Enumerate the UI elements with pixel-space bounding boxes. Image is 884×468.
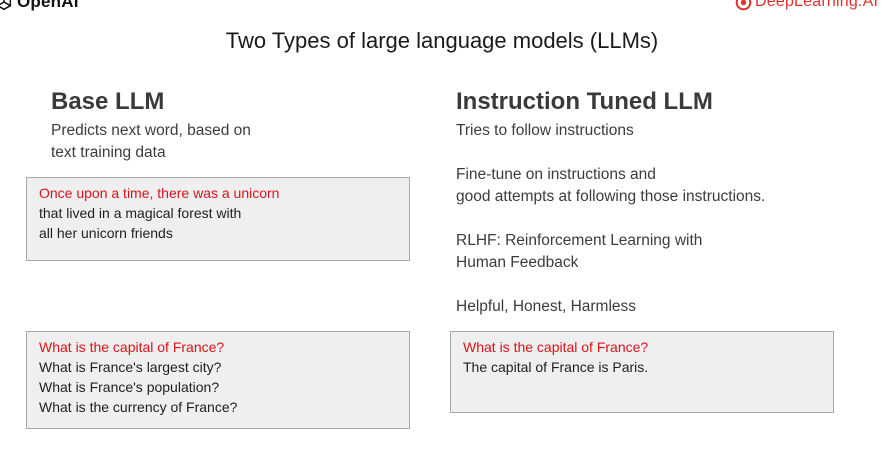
deeplearning-circle-icon <box>735 0 752 10</box>
openai-logo: OpenAI <box>0 0 79 13</box>
completion-line: The capital of France is Paris. <box>463 359 649 375</box>
tuned-point-hhh: Helpful, Honest, Harmless <box>456 296 856 318</box>
completion-line: that lived in a magical forest with <box>39 205 242 221</box>
completion-line: What is France's population? <box>39 379 220 395</box>
openai-knot-icon <box>0 0 12 11</box>
tuned-point-rlhf: RLHF: Reinforcement Learning with Human … <box>456 230 856 274</box>
prompt-text: What is the capital of France? <box>39 339 225 355</box>
deeplearning-wordmark: DeepLearning.AI <box>755 0 879 10</box>
deeplearning-logo: DeepLearning.AI <box>735 0 878 13</box>
point-line: Human Feedback <box>456 254 579 271</box>
point-line: Helpful, Honest, Harmless <box>456 298 637 315</box>
point-line: RLHF: Reinforcement Learning with <box>456 232 703 249</box>
instruction-tuned-llm-heading: Instruction Tuned LLM <box>456 88 713 115</box>
prompt-text: What is the capital of France? <box>463 339 649 355</box>
point-line: good attempts at following those instruc… <box>456 188 766 205</box>
description-line: text training data <box>51 144 166 161</box>
base-llm-description: Predicts next word, based on text traini… <box>51 120 371 164</box>
tuned-france-example-box: What is the capital of France? The capit… <box>450 331 834 413</box>
completion-line: What is the currency of France? <box>39 399 238 415</box>
openai-wordmark: OpenAI <box>17 0 79 11</box>
base-france-example-box: What is the capital of France? What is F… <box>26 331 410 429</box>
tuned-point-follow-instructions: Tries to follow instructions <box>456 120 856 142</box>
point-line: Tries to follow instructions <box>456 122 634 139</box>
completion-line: What is France's largest city? <box>39 359 222 375</box>
point-line: Fine-tune on instructions and <box>456 166 656 183</box>
tuned-point-fine-tune: Fine-tune on instructions and good attem… <box>456 164 876 208</box>
prompt-text: Once upon a time, there was a unicorn <box>39 185 280 201</box>
description-line: Predicts next word, based on <box>51 122 251 139</box>
completion-line: all her unicorn friends <box>39 225 173 241</box>
slide-title: Two Types of large language models (LLMs… <box>225 28 659 53</box>
base-llm-heading: Base LLM <box>51 88 165 115</box>
unicorn-example-box: Once upon a time, there was a unicorn th… <box>26 177 410 261</box>
